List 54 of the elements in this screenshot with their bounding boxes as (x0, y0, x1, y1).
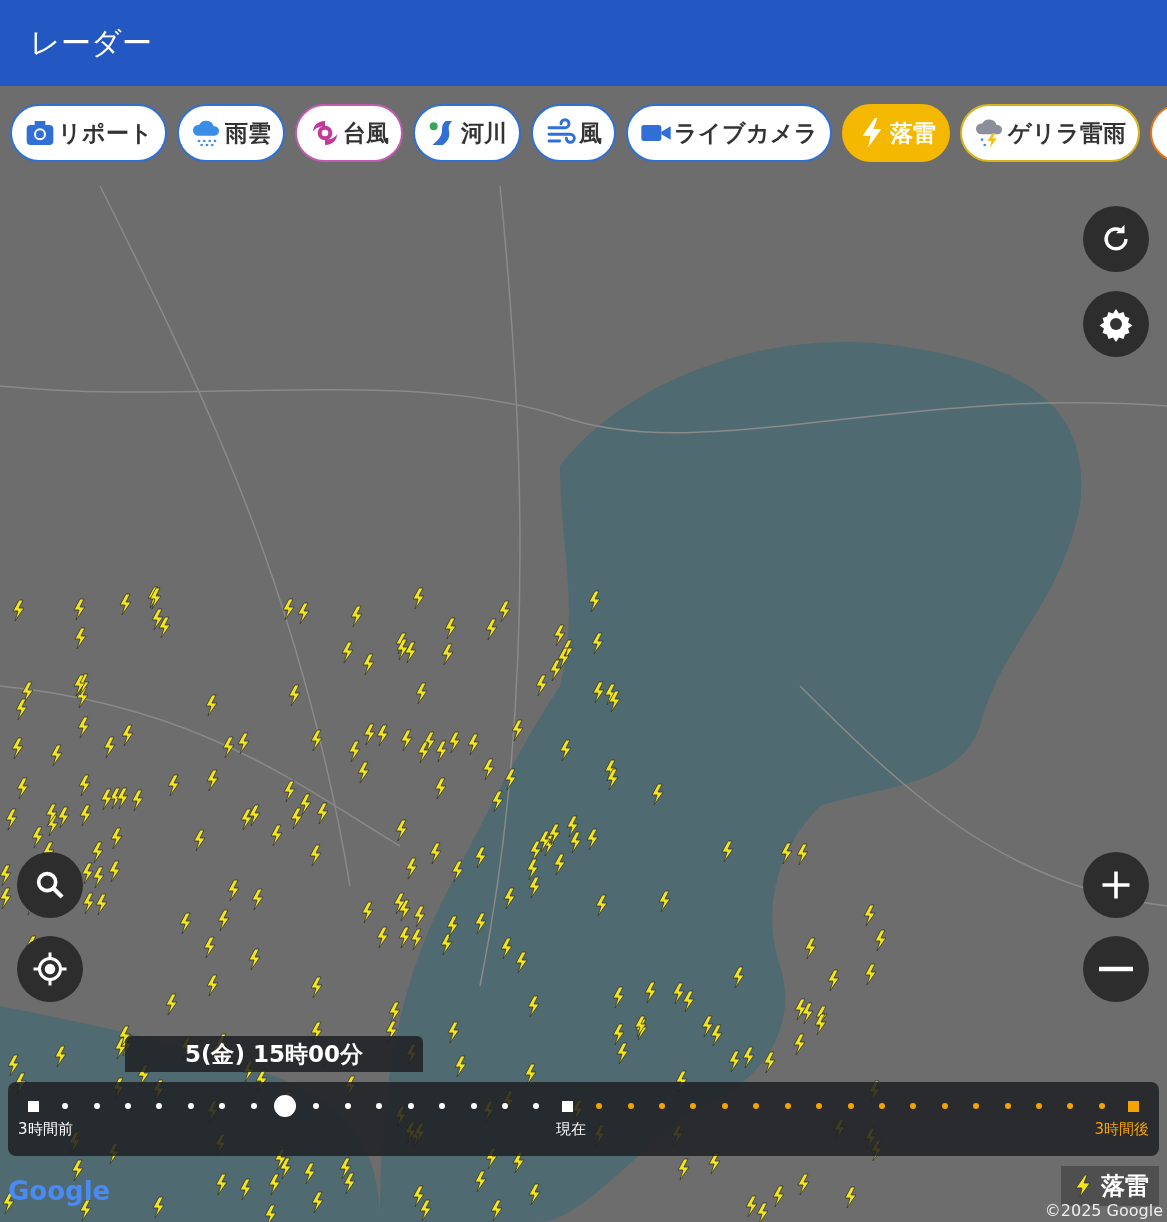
timeline-dot (501, 1103, 508, 1109)
timeline-now-label: 現在 (555, 1120, 586, 1139)
timeline-dot (596, 1103, 603, 1109)
timeline-dot (439, 1103, 446, 1109)
timeline-dot (847, 1103, 854, 1109)
page-title: レーダー (30, 23, 152, 62)
timeline-dot (627, 1103, 634, 1109)
timeline-dot (910, 1103, 917, 1109)
timeline-dot (376, 1103, 383, 1109)
time-label: 5(金) 15時00分 (125, 1036, 423, 1072)
timeline-dot (407, 1103, 414, 1109)
timeline-marker (28, 1100, 40, 1112)
timeline-end-label: 3時間後 (1094, 1120, 1149, 1139)
timeline-dot (470, 1103, 477, 1109)
legend-label: 落雷 (1101, 1171, 1149, 1202)
timeline-marker (562, 1100, 574, 1112)
timeline-dot (1036, 1103, 1043, 1109)
timeline-dot (784, 1103, 791, 1109)
crosshair-icon (32, 951, 68, 987)
timeline-dot (62, 1103, 69, 1109)
map-copyright: ©2025 Google (1044, 1201, 1163, 1220)
layer-chip[interactable]: ゲリラ雷雨 (960, 104, 1140, 162)
timeline-dot (156, 1103, 163, 1109)
timeline-dot (124, 1103, 131, 1109)
timeline-dot (941, 1103, 948, 1109)
timeline-dot (187, 1103, 194, 1109)
timeline-dot (1098, 1103, 1105, 1109)
timeline-slider[interactable]: 3時間前 現在 3時間後 (8, 1082, 1159, 1156)
timeline-start-label: 3時間前 (18, 1120, 73, 1139)
timeline-dot (659, 1103, 666, 1109)
timeline-dot (344, 1103, 351, 1109)
timeline-dot (753, 1103, 760, 1109)
timeline-dot (690, 1103, 697, 1109)
timeline-marker (1127, 1100, 1139, 1112)
layer-chip[interactable]: 雨雲 (177, 104, 285, 162)
timeline-dot (878, 1103, 885, 1109)
timeline-dot (313, 1103, 320, 1109)
google-logo: Google (8, 1176, 111, 1206)
timeline-dot (721, 1103, 728, 1109)
timeline-dot (533, 1103, 540, 1109)
timeline-thumb[interactable] (274, 1095, 297, 1117)
layer-chip[interactable]: リポート (10, 104, 167, 162)
timeline-dot (816, 1103, 823, 1109)
timeline-dot (1004, 1103, 1011, 1109)
timeline-dot (250, 1103, 257, 1109)
timeline-dot (1067, 1103, 1074, 1109)
timeline-dot (973, 1103, 980, 1109)
timeline-dot (93, 1103, 100, 1109)
layer-chip[interactable]: 河川 (413, 104, 521, 162)
timeline-dot (219, 1103, 226, 1109)
layer-chip[interactable]: 台風 (295, 104, 403, 162)
layer-chip[interactable]: ライブカメラ (626, 104, 832, 162)
minus-icon (1099, 966, 1133, 972)
map-view[interactable]: リポート 雨雲 台風 河川 風 ライブカメラ 落雷 ゲリラ雷雨 5(金) 15時00分 3時間前 現在 3時間後 Google 落雷 ©2025 Google (0, 86, 1167, 1222)
